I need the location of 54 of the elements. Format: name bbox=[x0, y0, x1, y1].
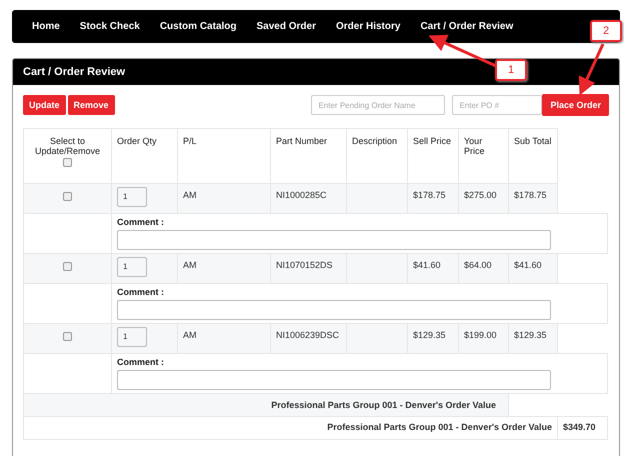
column-header: Order Qty bbox=[117, 136, 157, 146]
column-header: Part Number bbox=[276, 136, 328, 146]
quantity-field[interactable]: 1 bbox=[117, 257, 147, 277]
comment-field[interactable] bbox=[117, 230, 551, 250]
table-cell: $178.75 bbox=[413, 190, 446, 200]
nav-link[interactable]: Cart / Order Review bbox=[410, 21, 524, 32]
row-checkbox[interactable] bbox=[63, 192, 72, 201]
group-order-label: Professional Parts Group 001 - Denver's Order Value bbox=[271, 400, 496, 410]
nav-link[interactable]: Stock Check bbox=[70, 21, 150, 32]
column-header: Description bbox=[352, 136, 398, 146]
comment-label: Comment : bbox=[117, 357, 165, 367]
callout-badge: 1 bbox=[495, 59, 527, 81]
action-button[interactable]: Update bbox=[23, 95, 66, 115]
nav-link[interactable]: Saved Order bbox=[246, 21, 326, 32]
comment-field[interactable] bbox=[117, 370, 551, 390]
column-header: P/L bbox=[183, 136, 197, 146]
place-order-button[interactable]: Place Order bbox=[542, 94, 609, 116]
table-cell: NI1070152DS bbox=[276, 260, 333, 270]
table-cell: $178.75 bbox=[514, 190, 547, 200]
quantity-field[interactable]: 1 bbox=[117, 327, 147, 347]
table-cell: $41.60 bbox=[514, 260, 542, 270]
pointer-arrow bbox=[578, 43, 604, 96]
order-name-field[interactable]: Enter Pending Order Name bbox=[311, 95, 446, 115]
table-cell: AM bbox=[183, 330, 196, 340]
table-cell: $64.00 bbox=[464, 260, 492, 270]
column-header: Sell Price bbox=[413, 136, 452, 146]
comment-label: Comment : bbox=[117, 217, 165, 227]
comment-field[interactable] bbox=[117, 300, 551, 320]
row-checkbox[interactable] bbox=[63, 332, 72, 341]
table-cell: $199.00 bbox=[464, 330, 497, 340]
column-header: Select to Update/Remove bbox=[34, 136, 100, 156]
table-cell: $129.35 bbox=[413, 330, 446, 340]
nav-link[interactable]: Order History bbox=[326, 21, 410, 32]
column-header: Sub Total bbox=[514, 136, 552, 146]
po-number-field[interactable]: Enter PO # bbox=[452, 95, 542, 115]
callout-badge: 2 bbox=[590, 20, 622, 42]
quantity-field[interactable]: 1 bbox=[117, 187, 147, 207]
nav-link[interactable]: Home bbox=[22, 21, 70, 32]
row-checkbox[interactable] bbox=[63, 262, 72, 271]
comment-label: Comment : bbox=[117, 287, 165, 297]
column-header: Your Price bbox=[464, 136, 485, 156]
table-cell: NI1006239DSC bbox=[276, 330, 340, 340]
table-cell: NI1000285C bbox=[276, 190, 327, 200]
pointer-arrow bbox=[428, 34, 497, 68]
select-all-checkbox[interactable] bbox=[63, 158, 72, 167]
table-cell: $275.00 bbox=[464, 190, 497, 200]
total-label: Professional Parts Group 001 - Denver's Order Value bbox=[327, 422, 552, 432]
table-cell: $129.35 bbox=[514, 330, 547, 340]
total-value: $349.70 bbox=[563, 422, 596, 432]
action-button[interactable]: Remove bbox=[68, 95, 115, 115]
table-cell: AM bbox=[183, 190, 196, 200]
nav-link[interactable]: Custom Catalog bbox=[150, 21, 246, 32]
table-cell: $41.60 bbox=[413, 260, 441, 270]
table-cell: AM bbox=[183, 260, 196, 270]
